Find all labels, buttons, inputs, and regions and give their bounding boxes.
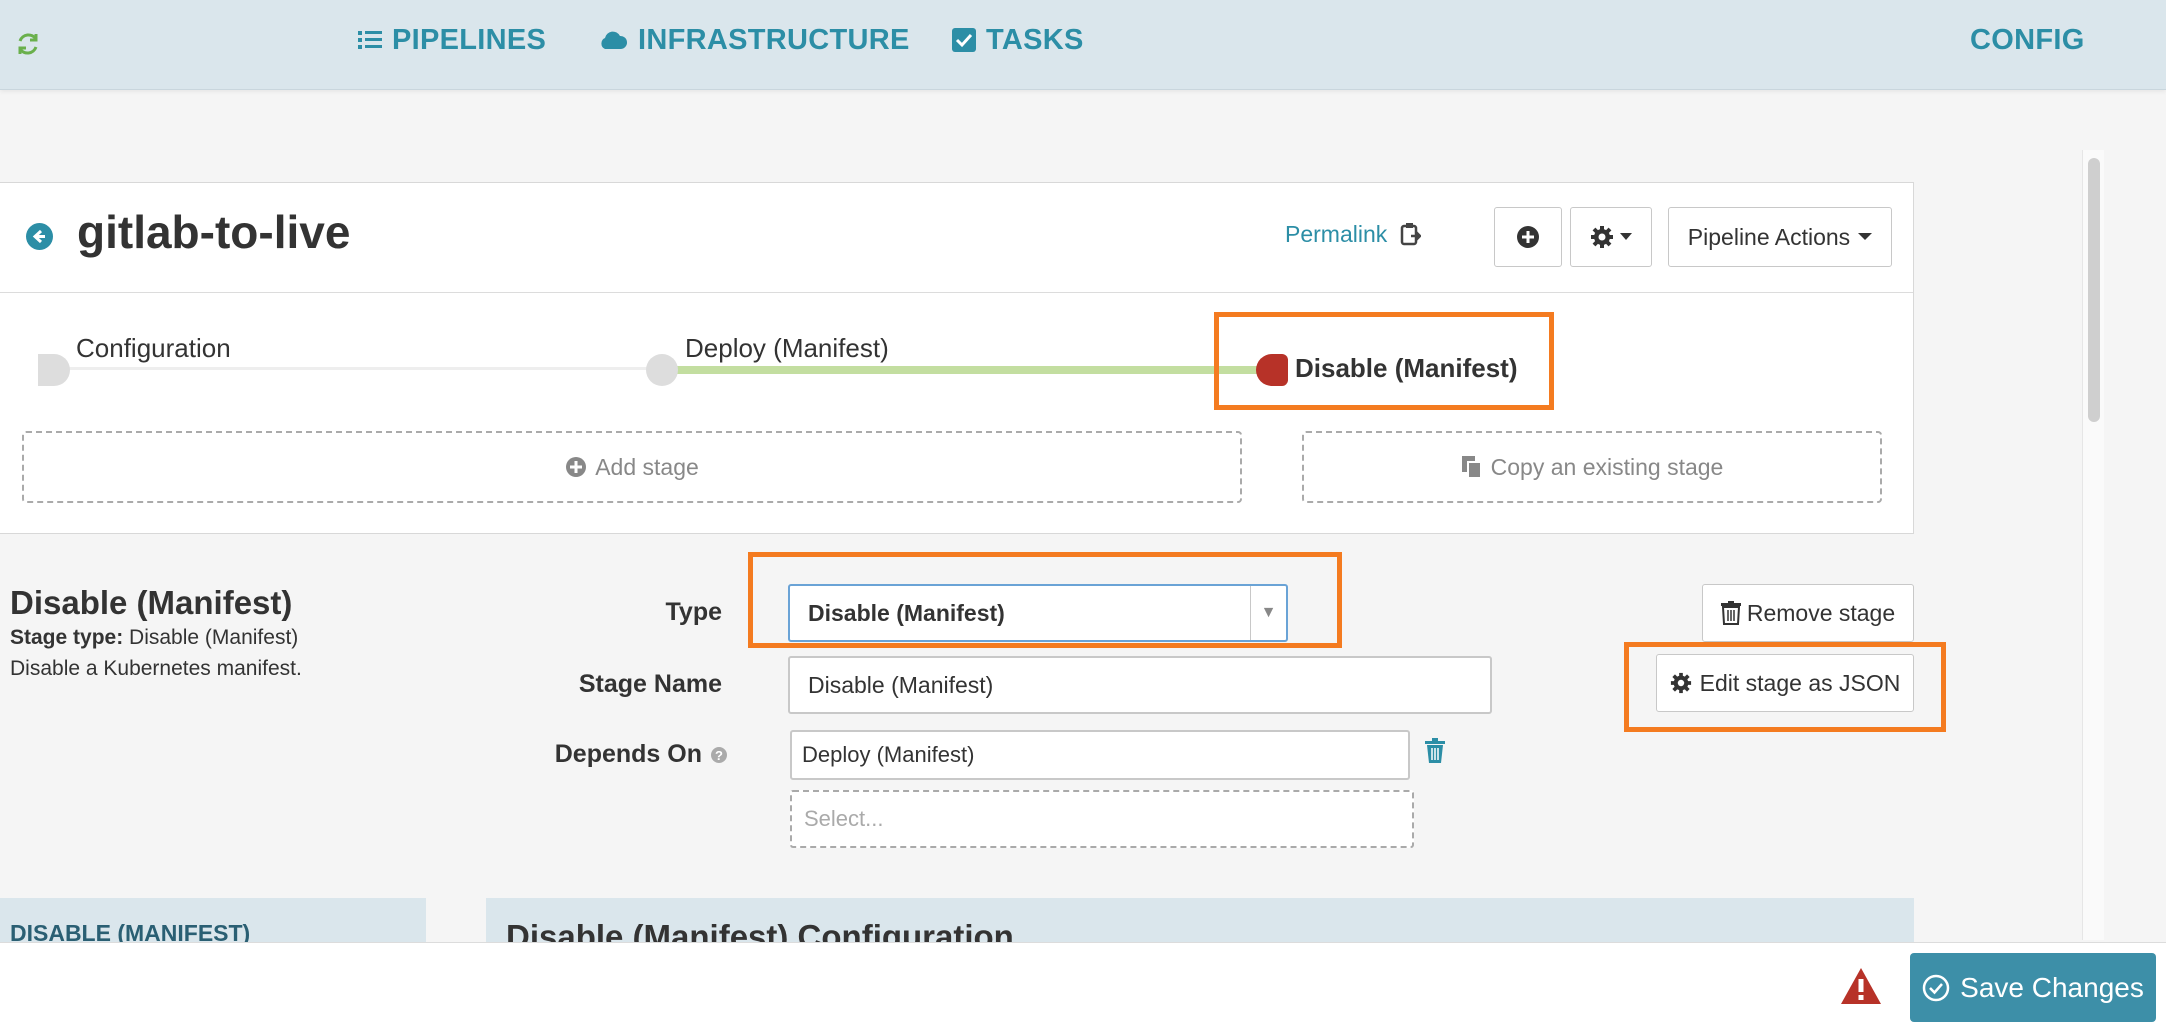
depends-on-label-row: Depends On ? xyxy=(520,740,728,769)
stage-name-label: Stage Name xyxy=(578,670,722,698)
nav-infrastructure-label: INFRASTRUCTURE xyxy=(638,23,910,56)
save-changes-button[interactable]: Save Changes xyxy=(1910,953,2156,1022)
copy-icon xyxy=(1461,456,1482,479)
caret-down-icon[interactable]: ▼ xyxy=(1250,586,1286,640)
trash-icon[interactable] xyxy=(1424,738,1446,764)
warning-icon[interactable] xyxy=(1840,967,1882,1005)
pipeline-actions-label: Pipeline Actions xyxy=(1687,223,1851,250)
check-square-icon xyxy=(952,28,976,52)
stage-type-prefix: Stage type: xyxy=(10,626,124,649)
edit-json-label: Edit stage as JSON xyxy=(1699,669,1901,696)
nav-tasks-label: TASKS xyxy=(986,23,1084,56)
plus-circle-icon xyxy=(1517,226,1539,248)
pipeline-title: gitlab-to-live xyxy=(77,206,351,258)
stage-label-disable[interactable]: Disable (Manifest) xyxy=(1295,353,1518,384)
stage-label-deploy[interactable]: Deploy (Manifest) xyxy=(685,333,889,364)
gear-icon xyxy=(1591,226,1613,248)
type-selected-value: Disable (Manifest) xyxy=(808,599,1005,626)
copy-stage-label: Copy an existing stage xyxy=(1490,453,1724,480)
pipeline-header: gitlab-to-live Permalink Pipeline Action… xyxy=(0,183,1913,293)
pipeline-actions-button[interactable]: Pipeline Actions xyxy=(1668,207,1892,267)
stage-name-value: Disable (Manifest) xyxy=(808,671,994,698)
stage-graph: Configuration Deploy (Manifest) Disable … xyxy=(0,293,1913,535)
svg-text:?: ? xyxy=(715,748,723,763)
add-button[interactable] xyxy=(1494,207,1562,267)
gear-icon xyxy=(1670,672,1691,694)
refresh-icon[interactable] xyxy=(14,30,42,58)
add-stage-button[interactable]: Add stage xyxy=(22,431,1242,503)
list-icon xyxy=(358,31,382,49)
copy-stage-button[interactable]: Copy an existing stage xyxy=(1302,431,1882,503)
back-arrow-icon[interactable] xyxy=(26,223,53,250)
stage-node-configuration[interactable] xyxy=(38,354,70,386)
stage-type-value: Disable (Manifest) xyxy=(129,626,299,649)
edit-json-button[interactable]: Edit stage as JSON xyxy=(1656,654,1914,712)
type-select[interactable]: Disable (Manifest) ▼ xyxy=(788,584,1288,642)
side-tab-disable-manifest[interactable]: DISABLE (MANIFEST) xyxy=(0,898,426,942)
config-section-title: Disable (Manifest) Configuration xyxy=(506,918,1014,942)
side-tab-label: DISABLE (MANIFEST) xyxy=(10,920,251,942)
select-placeholder: Select... xyxy=(804,806,884,831)
stage-description: Disable a Kubernetes manifest. xyxy=(10,657,302,680)
remove-stage-button[interactable]: Remove stage xyxy=(1702,584,1914,642)
nav-infrastructure[interactable]: INFRASTRUCTURE xyxy=(598,20,910,60)
nav-tasks[interactable]: TASKS xyxy=(952,20,1084,60)
top-navigation-bar: PIPELINES INFRASTRUCTURE TASKS CONFIG xyxy=(0,0,2166,90)
settings-dropdown-button[interactable] xyxy=(1570,207,1652,267)
check-circle-icon xyxy=(1922,974,1950,1001)
permalink-label: Permalink xyxy=(1285,221,1388,247)
clipboard-icon[interactable] xyxy=(1399,222,1422,248)
trash-icon xyxy=(1720,601,1741,625)
stage-name-input[interactable]: Disable (Manifest) xyxy=(788,656,1492,714)
nav-config[interactable]: CONFIG xyxy=(1970,20,2085,60)
pipeline-card: gitlab-to-live Permalink Pipeline Action… xyxy=(0,182,1914,534)
depends-on-input[interactable]: Deploy (Manifest) xyxy=(790,730,1410,780)
nav-config-label: CONFIG xyxy=(1970,23,2085,56)
depends-on-value: Deploy (Manifest) xyxy=(802,742,975,767)
config-section-header: Disable (Manifest) Configuration xyxy=(486,898,1914,942)
type-label: Type xyxy=(665,598,723,626)
nav-pipelines[interactable]: PIPELINES xyxy=(358,20,546,60)
stage-connector xyxy=(52,367,662,370)
permalink-link[interactable]: Permalink xyxy=(1285,221,1422,248)
save-changes-label: Save Changes xyxy=(1960,971,2144,1003)
add-stage-label: Add stage xyxy=(595,453,699,480)
stage-type-line: Stage type: Disable (Manifest) xyxy=(10,626,298,650)
depends-on-select[interactable]: Select... xyxy=(790,790,1414,848)
nav-pipelines-label: PIPELINES xyxy=(392,23,547,56)
scrollbar-thumb[interactable] xyxy=(2088,158,2100,422)
caret-down-icon xyxy=(1620,233,1632,240)
scrollbar[interactable] xyxy=(2082,150,2104,940)
stage-connector-progress xyxy=(662,366,1272,374)
stage-node-deploy[interactable] xyxy=(646,354,678,386)
depends-on-label: Depends On xyxy=(554,740,702,768)
footer-bar: Save Changes xyxy=(0,942,2166,1030)
plus-circle-icon xyxy=(566,457,587,477)
remove-stage-label: Remove stage xyxy=(1746,599,1896,626)
stage-heading: Disable (Manifest) xyxy=(10,584,293,621)
stage-label-configuration[interactable]: Configuration xyxy=(76,333,231,364)
caret-down-icon xyxy=(1858,233,1873,240)
help-icon[interactable]: ? xyxy=(710,746,728,764)
stage-node-disable[interactable] xyxy=(1256,354,1288,386)
cloud-icon xyxy=(601,31,628,49)
